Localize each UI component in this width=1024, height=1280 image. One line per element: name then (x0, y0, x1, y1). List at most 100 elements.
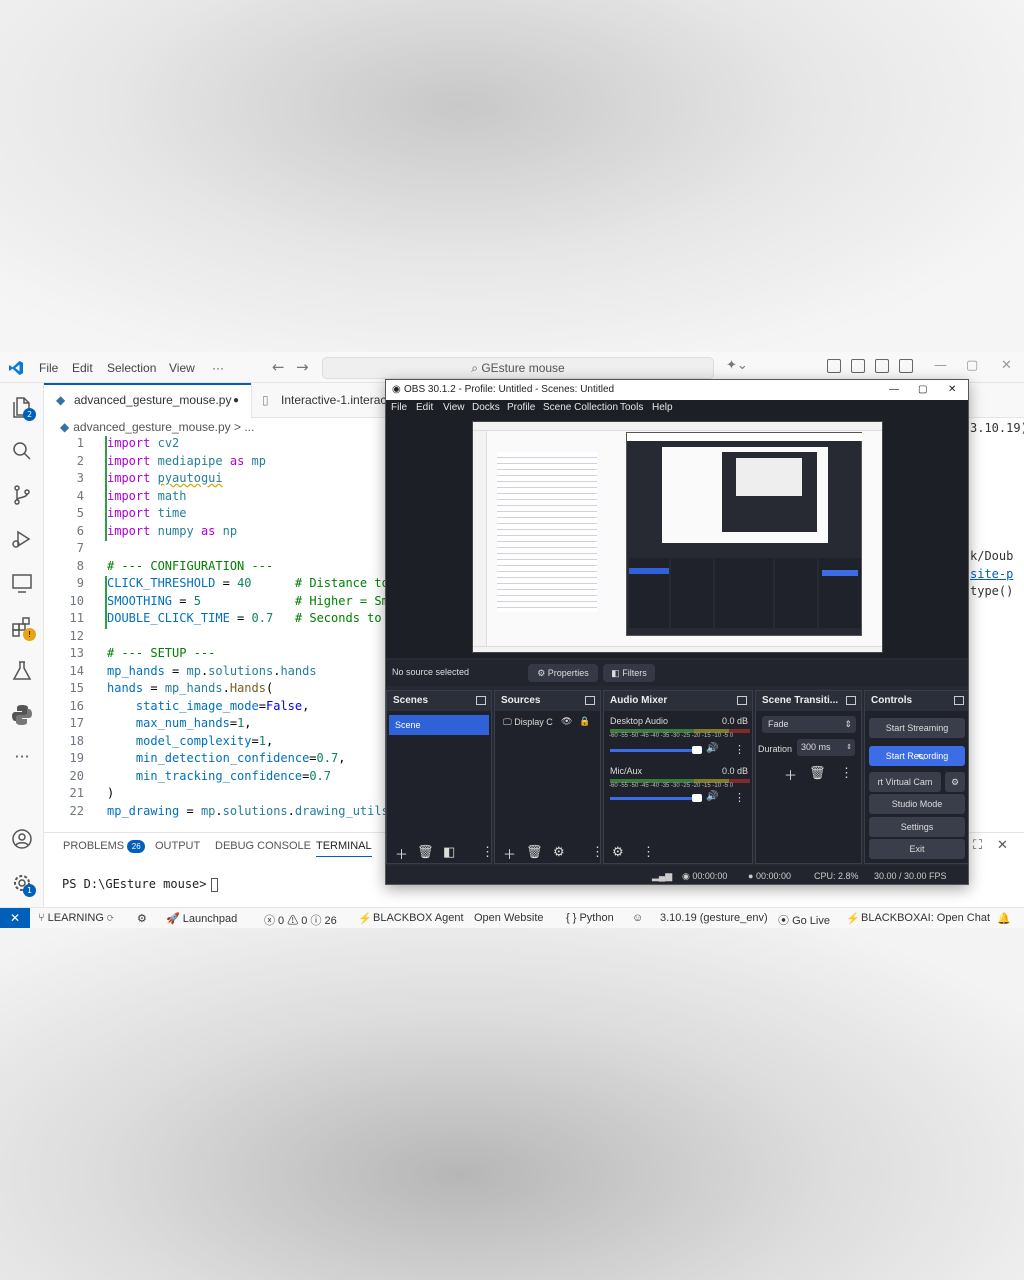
branch-status[interactable]: ⑂ LEARNING ⟳ (38, 912, 114, 924)
obs-menu-file[interactable]: File (391, 402, 407, 413)
back-arrow-icon[interactable]: ← (272, 358, 285, 376)
run-debug-icon[interactable] (10, 527, 34, 551)
scene-filters-icon[interactable]: ◧ (443, 844, 455, 860)
testing-flask-icon[interactable] (10, 659, 34, 683)
obs-menu-scene-collection[interactable]: Scene Collection (543, 402, 618, 413)
tab-terminal[interactable]: TERMINAL (316, 840, 372, 857)
settings-button[interactable]: Settings (869, 817, 965, 837)
mixer-menu-icon[interactable]: ⋮ (642, 844, 655, 860)
studio-mode-button[interactable]: Studio Mode (869, 794, 965, 814)
desktop-audio-menu-icon[interactable]: ⋮ (734, 743, 745, 756)
obs-menu-help[interactable]: Help (652, 402, 673, 413)
mic-aux-slider-handle[interactable] (692, 794, 702, 802)
minimize-icon[interactable]: — (934, 358, 947, 373)
close-icon[interactable]: ✕ (1001, 358, 1012, 373)
obs-preview-canvas[interactable] (472, 421, 883, 653)
mic-aux-volume-slider[interactable] (610, 797, 696, 800)
scene-item[interactable]: Scene (389, 715, 489, 735)
launchpad-status[interactable]: 🚀 Launchpad (166, 912, 237, 925)
obs-maximize-icon[interactable]: ▢ (918, 380, 927, 400)
more-views-icon[interactable]: ··· (10, 747, 34, 771)
remove-transition-icon[interactable]: 🗑 (809, 765, 826, 781)
go-live-status[interactable]: ⦿ Go Live (778, 912, 830, 928)
python-icon[interactable] (10, 703, 34, 727)
undock-icon[interactable] (476, 696, 486, 705)
menu-file[interactable]: File (39, 361, 58, 375)
copilot-status-icon[interactable]: ☺ (632, 912, 643, 924)
maximize-panel-icon[interactable]: ⛶ (973, 837, 982, 853)
obs-menu-edit[interactable]: Edit (416, 402, 433, 413)
unsaved-dot-icon[interactable]: ● (233, 385, 239, 416)
desktop-audio-speaker-icon[interactable]: 🔊 (706, 743, 718, 754)
start-virtual-cam-button[interactable]: rt Virtual Cam (869, 772, 941, 792)
transition-select[interactable]: Fade ⇕ (762, 716, 856, 733)
tab-output[interactable]: OUTPUT (155, 840, 200, 852)
notifications-bell-icon[interactable]: 🔔 (997, 912, 1011, 925)
source-control-icon[interactable] (10, 483, 34, 507)
mic-aux-speaker-icon[interactable]: 🔊 (706, 791, 718, 802)
obs-minimize-icon[interactable]: — (889, 380, 899, 400)
undock-icon[interactable] (846, 696, 856, 705)
search-sidebar-icon[interactable] (10, 439, 34, 463)
tab-advanced-gesture-mouse[interactable]: ◆ advanced_gesture_mouse.py ● (44, 383, 251, 418)
tab-problems[interactable]: PROBLEMS 26 (63, 840, 146, 853)
remote-indicator-icon[interactable]: ✕ (0, 908, 30, 928)
menu-selection[interactable]: Selection (107, 361, 156, 375)
terminal[interactable]: PS D:\GEsture mouse> (62, 877, 218, 892)
desktop-audio-volume-slider[interactable] (610, 749, 696, 752)
remove-source-icon[interactable]: 🗑 (526, 844, 543, 860)
remote-explorer-icon[interactable] (10, 571, 34, 595)
scene-menu-icon[interactable]: ⋮ (481, 844, 494, 860)
account-icon[interactable] (10, 827, 34, 851)
hover-link[interactable]: site-p (970, 567, 1013, 581)
obs-menu-tools[interactable]: Tools (620, 402, 643, 413)
advanced-audio-icon[interactable]: ⚙ (612, 844, 624, 860)
transition-menu-icon[interactable]: ⋮ (840, 765, 853, 781)
toggle-sidebar-icon[interactable] (851, 359, 865, 373)
undock-icon[interactable] (585, 696, 595, 705)
breadcrumb[interactable]: ◆ advanced_gesture_mouse.py > ... (60, 420, 254, 434)
customize-layout-icon[interactable] (827, 359, 841, 373)
duration-spinbox[interactable]: 300 ms ⇕ (797, 739, 855, 756)
menu-view[interactable]: View (169, 361, 195, 375)
problems-status[interactable]: ⓧ 0 ⚠ 0 ⓘ 26 (264, 912, 337, 928)
close-panel-icon[interactable]: ✕ (997, 837, 1008, 853)
command-center-search[interactable]: ⌕ GEsture mouse (322, 357, 714, 379)
forward-arrow-icon[interactable]: → (296, 358, 309, 376)
lock-icon[interactable]: 🔒 (579, 716, 590, 727)
toggle-panel-icon[interactable] (875, 359, 889, 373)
undock-icon[interactable] (737, 696, 747, 705)
source-item[interactable]: 🖵 Display C 👁 🔒 (503, 716, 590, 728)
obs-menu-docks[interactable]: Docks (472, 402, 500, 413)
toggle-secondary-sidebar-icon[interactable] (899, 359, 913, 373)
copilot-icon[interactable]: ✦⌄ (726, 358, 748, 373)
add-scene-icon[interactable]: ＋ (395, 844, 408, 863)
tab-interactive-1[interactable]: ▯ Interactive-1.interac (251, 383, 391, 418)
filters-button[interactable]: ◧ Filters (603, 664, 655, 682)
python-language-status[interactable]: { } Python (566, 912, 614, 924)
spinbox-arrows-icon[interactable]: ⇕ (846, 739, 852, 756)
virtual-cam-settings-icon[interactable]: ⚙ (945, 772, 965, 792)
add-transition-icon[interactable]: ＋ (784, 765, 797, 784)
add-source-icon[interactable]: ＋ (503, 844, 516, 863)
properties-button[interactable]: ⚙ Properties (528, 664, 598, 682)
desktop-audio-slider-handle[interactable] (692, 746, 702, 754)
exit-button[interactable]: Exit (869, 839, 965, 859)
obs-menu-view[interactable]: View (443, 402, 465, 413)
mic-aux-menu-icon[interactable]: ⋮ (734, 791, 745, 804)
blackboxai-chat-status[interactable]: BLACKBOXAI: Open Chat (861, 912, 990, 924)
menu-more[interactable]: ··· (212, 361, 224, 375)
remove-scene-icon[interactable]: 🗑 (417, 844, 434, 860)
visibility-eye-icon[interactable]: 👁 (561, 716, 572, 727)
obs-close-icon[interactable]: ✕ (948, 380, 956, 400)
start-streaming-button[interactable]: Start Streaming (869, 718, 965, 738)
python-env-status[interactable]: 3.10.19 (gesture_env) (660, 912, 768, 924)
source-properties-icon[interactable]: ⚙ (553, 844, 565, 860)
extension-status-icon[interactable]: ⚙ (137, 912, 147, 925)
open-website-status[interactable]: Open Website (474, 912, 544, 924)
undock-icon[interactable] (954, 696, 964, 705)
obs-menu-profile[interactable]: Profile (507, 402, 535, 413)
maximize-icon[interactable]: ▢ (966, 358, 978, 373)
tab-debug-console[interactable]: DEBUG CONSOLE (215, 840, 311, 852)
blackbox-agent-status[interactable]: BLACKBOX Agent (373, 912, 464, 924)
